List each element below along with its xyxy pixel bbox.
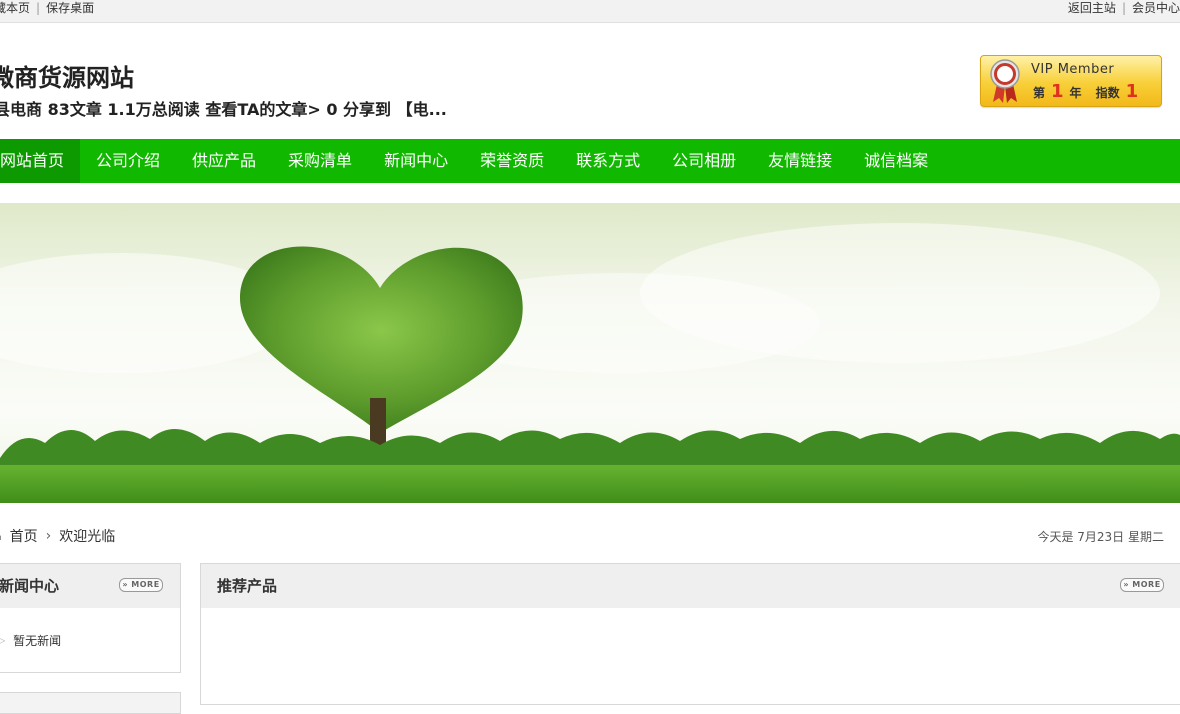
main-nav: 网站首页 公司介绍 供应产品 采购清单 新闻中心 荣誉资质 联系方式 公司相册 … (0, 139, 1180, 183)
list-item: ▷ 暂无新闻 (0, 632, 61, 649)
nav-item-album[interactable]: 公司相册 (656, 139, 752, 183)
vip-label: VIP Member (1031, 62, 1115, 77)
news-panel: 新闻中心 » MORE ▷ 暂无新闻 (0, 563, 181, 673)
site-subtitle[interactable]: 县电商 83文章 1.1万总阅读 查看TA的文章> 0 分享到 【电... (0, 96, 447, 120)
date-text: 今天是 7月23日 星期二 (1037, 530, 1164, 544)
news-panel-title: 新闻中心 (0, 577, 60, 595)
nav-item-contact[interactable]: 联系方式 (560, 139, 656, 183)
vip-index-value: 1 (1125, 81, 1139, 102)
products-panel-title: 推荐产品 (217, 577, 278, 595)
member-center-link[interactable]: 会员中心 (1132, 2, 1180, 14)
breadcrumb-current: 欢迎光临 (59, 529, 116, 545)
vip-member-badge: VIP Member 第 1 年 指数 1 (980, 55, 1162, 107)
products-more-button[interactable]: » MORE (1120, 578, 1164, 592)
hero-banner (0, 203, 1180, 503)
return-main-site-link[interactable]: 返回主站 (1068, 2, 1116, 14)
medal-icon (990, 59, 1020, 103)
save-desktop-link[interactable]: 保存桌面 (46, 2, 94, 14)
breadcrumb-home-link[interactable]: 首页 (10, 526, 38, 546)
vip-stats: 第 1 年 指数 1 (1033, 81, 1138, 102)
topbar-left-links: 藏本页 | 保存桌面 (0, 2, 94, 14)
nav-item-products[interactable]: 供应产品 (176, 139, 272, 183)
divider: | (36, 1, 41, 15)
news-empty-text: 暂无新闻 (13, 634, 62, 648)
news-panel-header: 新闻中心 » MORE (0, 564, 180, 608)
triangle-right-icon: ▷ (0, 636, 6, 645)
site-title: 微商货源网站 (0, 64, 134, 92)
nav-item-links[interactable]: 友情链接 (752, 139, 848, 183)
nav-item-home[interactable]: 网站首页 (0, 139, 81, 183)
nav-item-honors[interactable]: 荣誉资质 (464, 139, 560, 183)
breadcrumb: ⌂ 首页 › 欢迎光临 (0, 526, 115, 546)
home-icon: ⌂ (0, 529, 2, 543)
products-panel-header: 推荐产品 » MORE (201, 564, 1180, 608)
vip-year-value: 1 (1051, 81, 1064, 102)
topbar-right-links: 返回主站 | 会员中心 (1068, 2, 1180, 14)
banner-image (0, 203, 1180, 503)
nav-item-credit[interactable]: 诚信档案 (848, 139, 944, 183)
secondary-panel (0, 692, 181, 714)
nav-item-news[interactable]: 新闻中心 (368, 139, 464, 183)
products-more-label: MORE (1132, 580, 1161, 589)
vip-index-label: 指数 (1095, 86, 1120, 100)
vip-year-suffix: 年 (1069, 86, 1082, 100)
vip-year-prefix: 第 (1033, 86, 1046, 100)
news-more-label: MORE (131, 580, 160, 589)
bookmark-link[interactable]: 藏本页 (0, 2, 30, 14)
divider: | (1121, 1, 1126, 15)
nav-item-company-intro[interactable]: 公司介绍 (80, 139, 176, 183)
products-panel: 推荐产品 » MORE (200, 563, 1180, 705)
nav-item-purchase-list[interactable]: 采购清单 (272, 139, 368, 183)
chevron-right-icon: › (45, 528, 52, 544)
top-utility-bar: 藏本页 | 保存桌面 返回主站 | 会员中心 (0, 0, 1180, 23)
news-more-button[interactable]: » MORE (119, 578, 163, 592)
